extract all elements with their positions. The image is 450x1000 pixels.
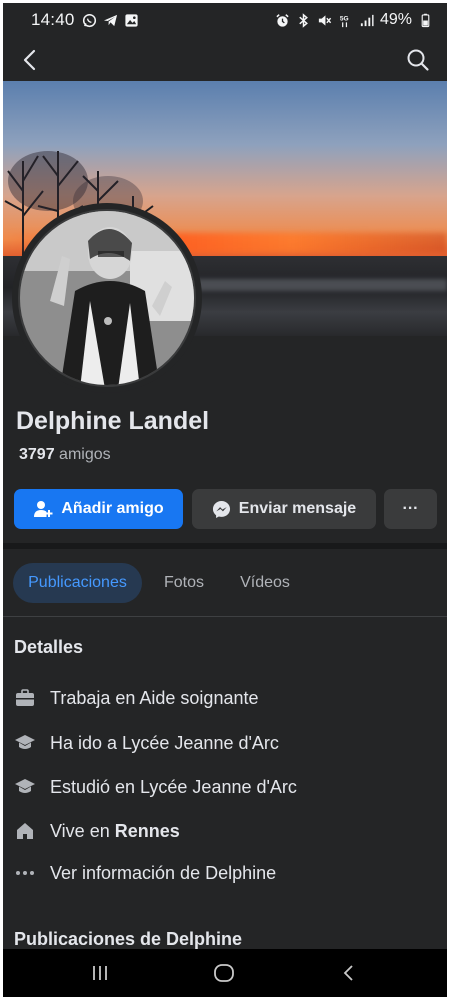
details-title: Detalles <box>14 637 84 657</box>
send-message-label: Enviar mensaje <box>238 500 357 517</box>
section-divider <box>3 543 447 549</box>
home-button[interactable] <box>209 959 239 987</box>
detail-work-text: Trabaja en Aide soignante <box>50 687 259 708</box>
detail-education-1: Ha ido a Lycée Jeanne d'Arc <box>14 728 434 758</box>
detail-location: Vive en Rennes <box>14 816 434 846</box>
graduation-cap-icon <box>14 732 36 754</box>
chevron-left-icon <box>23 49 36 71</box>
detail-location-text: Vive en <box>50 820 110 841</box>
detail-education-2: Estudió en Lycée Jeanne d'Arc <box>14 772 434 802</box>
more-dots-icon: ··· <box>402 500 419 517</box>
profile-picture[interactable] <box>12 203 202 393</box>
home-icon <box>14 820 36 842</box>
graduation-cap-icon <box>14 776 36 798</box>
see-info-text: Ver información de Delphine <box>50 862 277 883</box>
bluetooth-icon <box>296 12 311 28</box>
posts-title: Publicaciones de Delphine <box>14 929 243 949</box>
friends-count[interactable]: 3797 amigos <box>19 446 111 464</box>
network-5g-icon: 5G <box>338 13 353 28</box>
recent-apps-button[interactable] <box>85 959 115 987</box>
avatar <box>18 209 196 387</box>
friends-label: amigos <box>59 446 111 463</box>
signal-icon <box>359 13 374 28</box>
battery-icon <box>418 13 433 28</box>
recent-apps-icon <box>93 966 107 980</box>
gallery-icon <box>124 13 139 28</box>
search-button[interactable] <box>403 45 433 75</box>
system-navigation-bar <box>3 949 447 997</box>
send-message-button[interactable]: Enviar mensaje <box>192 489 376 529</box>
back-arrow-icon <box>343 965 353 981</box>
status-bar: 14:40 5G 49% <box>3 3 447 37</box>
back-button[interactable] <box>15 45 45 75</box>
tab-publicaciones[interactable]: Publicaciones <box>13 563 142 603</box>
messenger-icon <box>212 500 230 518</box>
tabs-divider <box>3 616 447 617</box>
add-friend-label: Añadir amigo <box>61 500 164 517</box>
detail-education-1-text: Ha ido a Lycée Jeanne d'Arc <box>50 732 279 753</box>
home-circle-icon <box>214 964 234 982</box>
mute-icon <box>317 13 332 28</box>
detail-education-2-text: Estudió en Lycée Jeanne d'Arc <box>50 776 297 797</box>
profile-name: Delphine Landel <box>16 407 210 435</box>
more-dots-icon <box>14 862 36 884</box>
search-icon <box>407 49 429 71</box>
add-friend-button[interactable]: Añadir amigo <box>14 489 183 529</box>
tab-videos[interactable]: Vídeos <box>227 563 303 603</box>
detail-work: Trabaja en Aide soignante <box>14 683 434 713</box>
phone-screen: 14:40 5G 49% Delphine Landel 3797 amigos… <box>3 3 447 997</box>
alarm-icon <box>275 13 290 28</box>
battery-percent: 49% <box>379 11 412 28</box>
top-navigation <box>3 37 447 81</box>
more-options-button[interactable]: ··· <box>384 489 437 529</box>
svg-text:5G: 5G <box>340 15 349 22</box>
friends-count-number: 3797 <box>19 446 55 463</box>
add-friend-icon <box>34 501 53 517</box>
detail-location-city[interactable]: Rennes <box>115 821 180 842</box>
tab-fotos[interactable]: Fotos <box>151 563 217 603</box>
whatsapp-icon <box>82 13 97 28</box>
briefcase-icon <box>14 687 36 709</box>
telegram-icon <box>103 13 118 28</box>
person-photo-icon <box>20 211 194 385</box>
see-info-link[interactable]: Ver información de Delphine <box>14 858 434 888</box>
status-time: 14:40 <box>31 10 75 29</box>
system-back-button[interactable] <box>334 959 364 987</box>
profile-tabs: Publicaciones Fotos Vídeos <box>3 563 447 605</box>
